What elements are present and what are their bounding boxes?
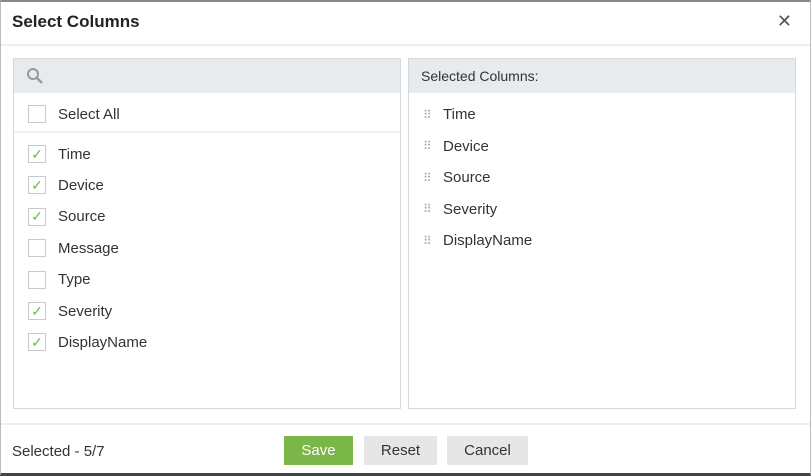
column-label: Source [58, 208, 106, 226]
checkmark-icon: ✓ [31, 333, 43, 350]
selected-column-label: Severity [443, 200, 498, 218]
checkbox[interactable]: ✓ [28, 145, 46, 163]
checkmark-icon: ✓ [31, 176, 43, 193]
search-bar[interactable] [14, 59, 400, 93]
selected-column-item[interactable]: ⠿ Time [423, 106, 476, 123]
column-option[interactable]: ✓ DisplayName [28, 333, 148, 352]
column-label: Time [58, 145, 91, 163]
column-option[interactable]: ✓ Severity [28, 302, 112, 320]
search-icon [27, 68, 43, 84]
select-columns-dialog: Select Columns ✕ Select All ✓ Time ✓ Device… [0, 0, 811, 476]
column-label: Device [58, 176, 104, 194]
selected-column-item[interactable]: ⠿ Severity [423, 201, 497, 218]
checkbox[interactable] [28, 105, 46, 123]
reset-button[interactable]: Reset [364, 436, 437, 465]
column-option[interactable]: ✓ Device [28, 176, 104, 195]
selected-column-label: Time [443, 106, 476, 123]
drag-handle-icon[interactable]: ⠿ [423, 109, 433, 121]
selected-column-label: Source [443, 169, 491, 187]
checkmark-icon: ✓ [31, 208, 43, 225]
column-label: Type [58, 271, 91, 289]
drag-handle-icon[interactable]: ⠿ [423, 172, 433, 184]
selected-column-item[interactable]: ⠿ DisplayName [423, 232, 532, 249]
selected-columns-panel: Selected Columns: ⠿ Time ⠿ Device ⠿ Source ⠿ Se… [408, 58, 796, 409]
checkbox[interactable]: ✓ [28, 176, 46, 195]
checkbox[interactable]: ✓ [28, 207, 46, 226]
selected-column-item[interactable]: ⠿ Source [423, 169, 491, 186]
drag-handle-icon[interactable]: ⠿ [423, 235, 433, 247]
checkbox[interactable]: ✓ [28, 333, 46, 352]
divider [14, 131, 400, 133]
checkbox[interactable] [28, 239, 46, 258]
select-all-label: Select All [58, 105, 120, 123]
column-label: Message [58, 239, 119, 257]
checkbox[interactable] [28, 270, 46, 289]
selection-count: Selected - 5/7 [12, 443, 105, 460]
selected-column-label: Device [443, 137, 489, 155]
drag-handle-icon[interactable]: ⠿ [423, 203, 433, 215]
select-all-checkbox[interactable]: Select All [28, 105, 120, 123]
selected-column-item[interactable]: ⠿ Device [423, 138, 489, 155]
checkbox[interactable]: ✓ [28, 302, 46, 320]
column-label: Severity [58, 302, 113, 320]
selected-columns-header: Selected Columns: [409, 59, 795, 93]
drag-handle-icon[interactable]: ⠿ [423, 140, 433, 152]
footer-divider [1, 423, 810, 425]
column-option[interactable]: Message [28, 239, 119, 258]
selected-column-label: DisplayName [443, 232, 533, 250]
column-option[interactable]: ✓ Source [28, 207, 106, 226]
checkmark-icon: ✓ [31, 302, 43, 319]
column-label: DisplayName [58, 333, 148, 351]
checkmark-icon: ✓ [31, 145, 43, 162]
column-option[interactable]: Type [28, 270, 91, 289]
dialog-title: Select Columns [12, 12, 140, 31]
close-icon[interactable]: ✕ [777, 11, 792, 32]
save-button[interactable]: Save [284, 436, 353, 465]
cancel-button[interactable]: Cancel [447, 436, 528, 465]
available-columns-panel: Select All ✓ Time ✓ Device ✓ Source Message Typ… [13, 58, 401, 409]
column-option[interactable]: ✓ Time [28, 145, 91, 163]
search-input[interactable] [52, 68, 400, 84]
header-divider [1, 44, 810, 46]
